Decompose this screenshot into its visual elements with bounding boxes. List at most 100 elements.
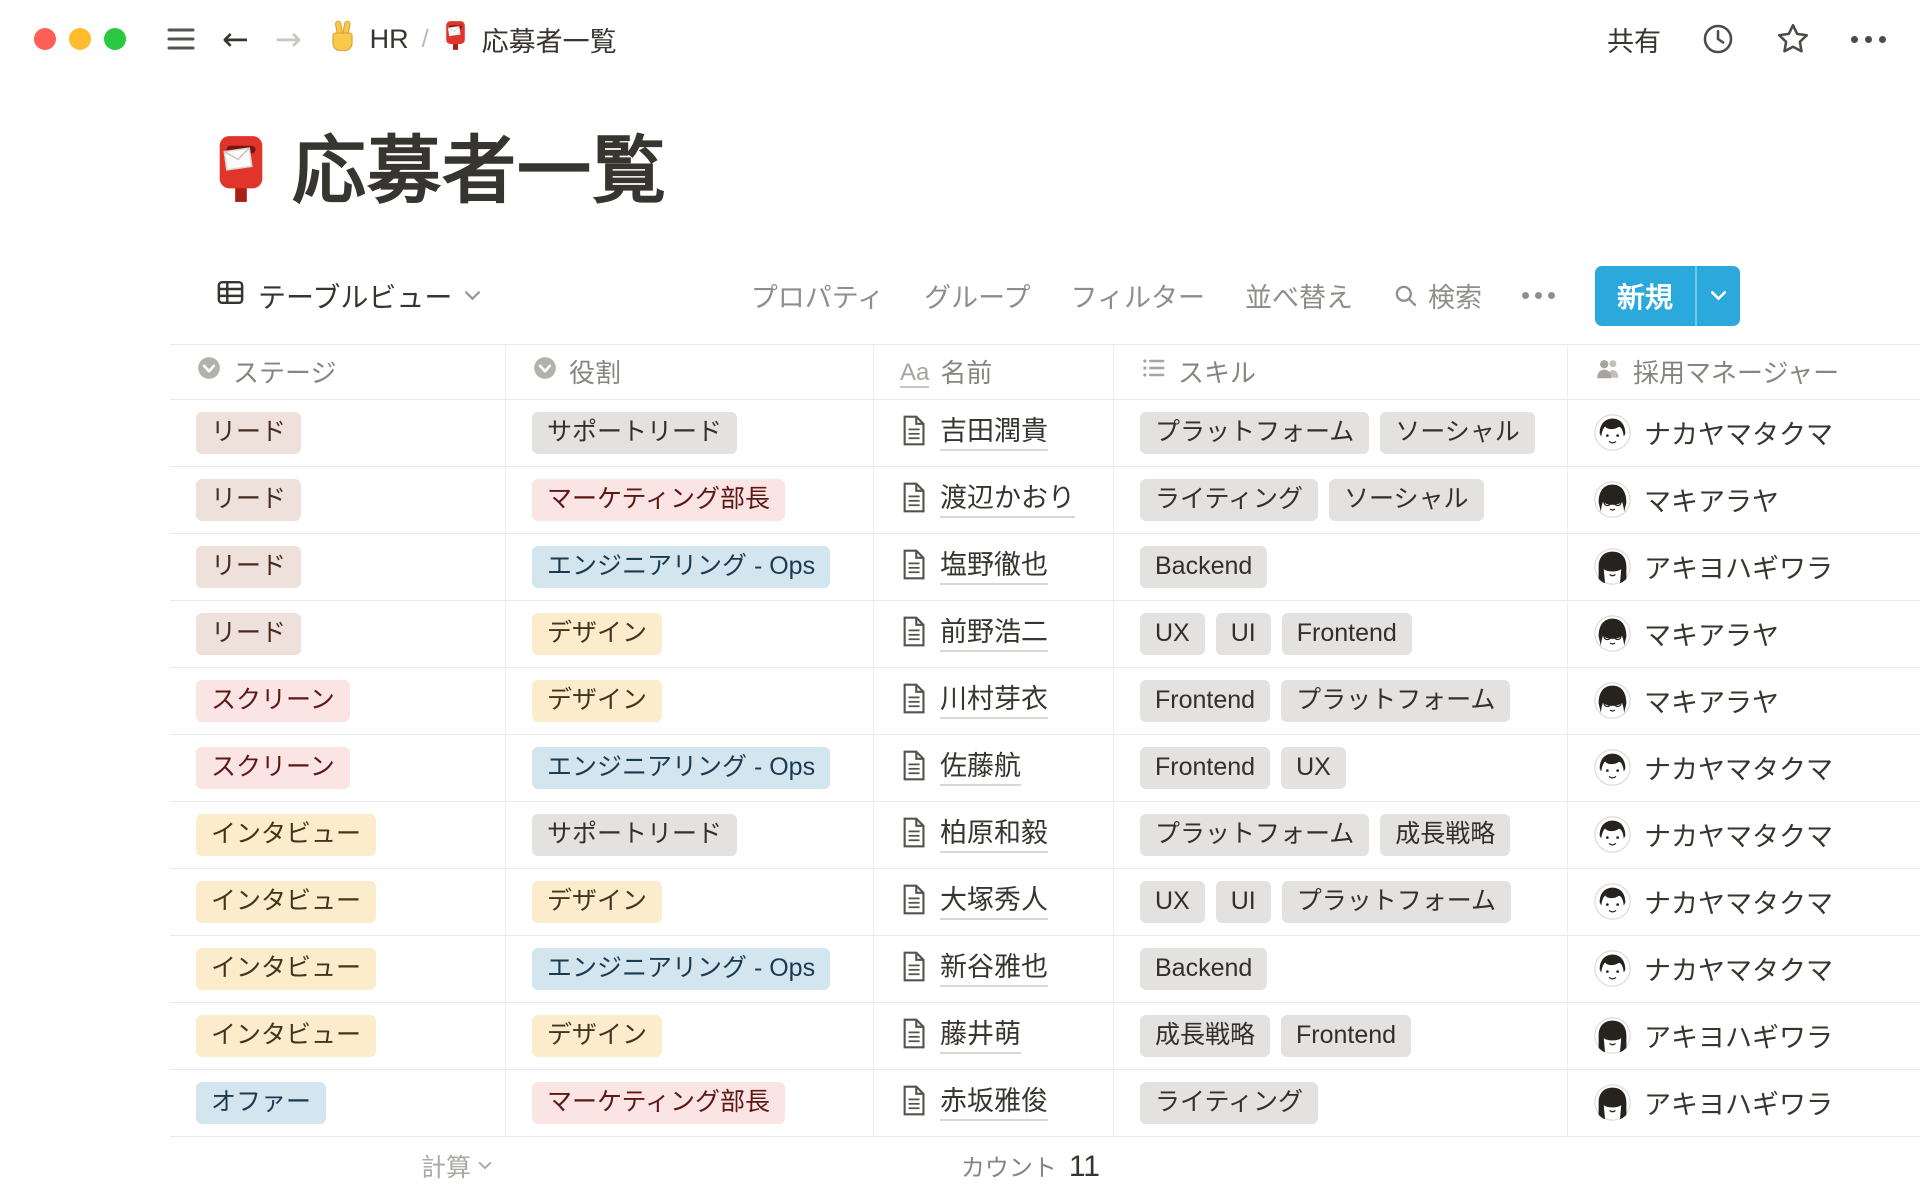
manager-cell[interactable]: マキアラヤ [1568, 668, 1920, 734]
table-row[interactable]: インタビューエンジニアリング - Ops新谷雅也Backendナカヤマタクマ [170, 936, 1920, 1003]
toolbar-action-1[interactable]: グループ [924, 276, 1030, 315]
count-summary[interactable]: カウント 11 [506, 1148, 1114, 1184]
name-cell[interactable]: 佐藤航 [874, 735, 1114, 801]
column-header-label: 名前 [940, 353, 992, 390]
page-title-emoji-icon[interactable] [210, 133, 272, 210]
history-clock-icon[interactable] [1701, 22, 1735, 56]
manager-cell[interactable]: マキアラヤ [1568, 467, 1920, 533]
table-row[interactable]: インタビューデザイン大塚秀人UXUIプラットフォームナカヤマタクマ [170, 869, 1920, 936]
table-row[interactable]: インタビューデザイン藤井萌成長戦略Frontendアキヨハギワラ [170, 1003, 1920, 1070]
stage-cell[interactable]: リード [170, 467, 506, 533]
stage-cell[interactable]: リード [170, 400, 506, 466]
stage-cell[interactable]: インタビュー [170, 802, 506, 868]
toolbar-more-icon[interactable] [1522, 292, 1555, 299]
close-window-button[interactable] [34, 28, 56, 50]
stage-cell[interactable]: インタビュー [170, 869, 506, 935]
new-record-button[interactable]: 新規 [1595, 266, 1740, 326]
maximize-window-button[interactable] [104, 28, 126, 50]
more-options-icon[interactable] [1851, 36, 1886, 43]
breadcrumb-workspace[interactable]: HR [370, 24, 409, 55]
skills-cell[interactable]: プラットフォーム成長戦略 [1114, 802, 1568, 868]
stage-cell[interactable]: リード [170, 601, 506, 667]
skills-cell[interactable]: FrontendUX [1114, 735, 1568, 801]
role-tag: エンジニアリング - Ops [532, 546, 830, 588]
manager-cell[interactable]: ナカヤマタクマ [1568, 735, 1920, 801]
breadcrumb-page[interactable]: 応募者一覧 [482, 20, 617, 59]
skills-cell[interactable]: Frontendプラットフォーム [1114, 668, 1568, 734]
toolbar-action-2[interactable]: フィルター [1071, 276, 1205, 315]
favorite-star-icon[interactable] [1775, 21, 1811, 57]
role-cell[interactable]: エンジニアリング - Ops [506, 936, 874, 1002]
calc-button[interactable]: 計算 [421, 1148, 492, 1184]
role-cell[interactable]: マーケティング部長 [506, 1070, 874, 1136]
sidebar-toggle-icon[interactable] [166, 26, 196, 52]
role-cell[interactable]: デザイン [506, 601, 874, 667]
skills-cell[interactable]: プラットフォームソーシャル [1114, 400, 1568, 466]
skills-cell[interactable]: ライティングソーシャル [1114, 467, 1568, 533]
page-title[interactable]: 応募者一覧 [292, 132, 667, 210]
column-header-role[interactable]: 役割 [506, 345, 874, 399]
table-row[interactable]: オファーマーケティング部長赤坂雅俊ライティングアキヨハギワラ [170, 1070, 1920, 1137]
role-cell[interactable]: エンジニアリング - Ops [506, 534, 874, 600]
skills-cell[interactable]: Backend [1114, 534, 1568, 600]
manager-cell[interactable]: アキヨハギワラ [1568, 534, 1920, 600]
name-cell[interactable]: 柏原和毅 [874, 802, 1114, 868]
name-cell[interactable]: 大塚秀人 [874, 869, 1114, 935]
skills-cell[interactable]: UXUIFrontend [1114, 601, 1568, 667]
minimize-window-button[interactable] [69, 28, 91, 50]
table-row[interactable]: リードマーケティング部長渡辺かおりライティングソーシャルマキアラヤ [170, 467, 1920, 534]
column-header-skills[interactable]: スキル [1114, 345, 1568, 399]
name-cell[interactable]: 川村芽衣 [874, 668, 1114, 734]
name-cell[interactable]: 塩野徹也 [874, 534, 1114, 600]
skills-cell[interactable]: UXUIプラットフォーム [1114, 869, 1568, 935]
role-cell[interactable]: デザイン [506, 1003, 874, 1069]
toolbar-action-3[interactable]: 並べ替え [1245, 276, 1353, 315]
role-cell[interactable]: デザイン [506, 869, 874, 935]
stage-cell[interactable]: スクリーン [170, 668, 506, 734]
role-cell[interactable]: サポートリード [506, 400, 874, 466]
name-cell[interactable]: 前野浩二 [874, 601, 1114, 667]
manager-cell[interactable]: ナカヤマタクマ [1568, 802, 1920, 868]
table-row[interactable]: インタビューサポートリード柏原和毅プラットフォーム成長戦略ナカヤマタクマ [170, 802, 1920, 869]
toolbar-action-0[interactable]: プロパティ [751, 276, 884, 315]
forward-arrow-icon[interactable]: → [275, 23, 302, 55]
role-cell[interactable]: サポートリード [506, 802, 874, 868]
role-cell[interactable]: マーケティング部長 [506, 467, 874, 533]
search-button[interactable]: 検索 [1393, 276, 1482, 315]
table-row[interactable]: リードサポートリード吉田潤貴プラットフォームソーシャルナカヤマタクマ [170, 400, 1920, 467]
table-row[interactable]: リードデザイン前野浩二UXUIFrontendマキアラヤ [170, 601, 1920, 668]
role-cell[interactable]: エンジニアリング - Ops [506, 735, 874, 801]
view-switcher[interactable]: テーブルビュー [170, 276, 481, 316]
name-cell[interactable]: 渡辺かおり [874, 467, 1114, 533]
stage-cell[interactable]: インタビュー [170, 936, 506, 1002]
column-header-stage[interactable]: ステージ [170, 345, 506, 399]
stage-cell[interactable]: リード [170, 534, 506, 600]
name-cell[interactable]: 赤坂雅俊 [874, 1070, 1114, 1136]
table-row[interactable]: リードエンジニアリング - Ops 塩野徹也Backendアキヨハギワラ [170, 534, 1920, 601]
manager-cell[interactable]: ナカヤマタクマ [1568, 400, 1920, 466]
manager-cell[interactable]: アキヨハギワラ [1568, 1070, 1920, 1136]
chevron-down-icon [464, 290, 481, 301]
manager-cell[interactable]: ナカヤマタクマ [1568, 869, 1920, 935]
column-header-manager[interactable]: 採用マネージャー [1568, 345, 1920, 399]
stage-cell[interactable]: スクリーン [170, 735, 506, 801]
name-cell[interactable]: 藤井萌 [874, 1003, 1114, 1069]
column-header-name[interactable]: Aa名前 [874, 345, 1114, 399]
skills-cell[interactable]: Backend [1114, 936, 1568, 1002]
new-button-dropdown[interactable] [1695, 266, 1740, 326]
stage-cell[interactable]: インタビュー [170, 1003, 506, 1069]
table-row[interactable]: スクリーンデザイン川村芽衣Frontendプラットフォームマキアラヤ [170, 668, 1920, 735]
skills-cell[interactable]: 成長戦略Frontend [1114, 1003, 1568, 1069]
manager-cell[interactable]: マキアラヤ [1568, 601, 1920, 667]
share-button[interactable]: 共有 [1607, 20, 1661, 59]
stage-cell[interactable]: オファー [170, 1070, 506, 1136]
manager-cell[interactable]: アキヨハギワラ [1568, 1003, 1920, 1069]
name-cell[interactable]: 新谷雅也 [874, 936, 1114, 1002]
back-arrow-icon[interactable]: ← [222, 23, 249, 55]
role-cell[interactable]: デザイン [506, 668, 874, 734]
table-row[interactable]: スクリーンエンジニアリング - Ops佐藤航FrontendUXナカヤマタクマ [170, 735, 1920, 802]
name-cell[interactable]: 吉田潤貴 [874, 400, 1114, 466]
skills-cell[interactable]: ライティング [1114, 1070, 1568, 1136]
manager-cell[interactable]: ナカヤマタクマ [1568, 936, 1920, 1002]
page-doc-icon [900, 683, 927, 719]
